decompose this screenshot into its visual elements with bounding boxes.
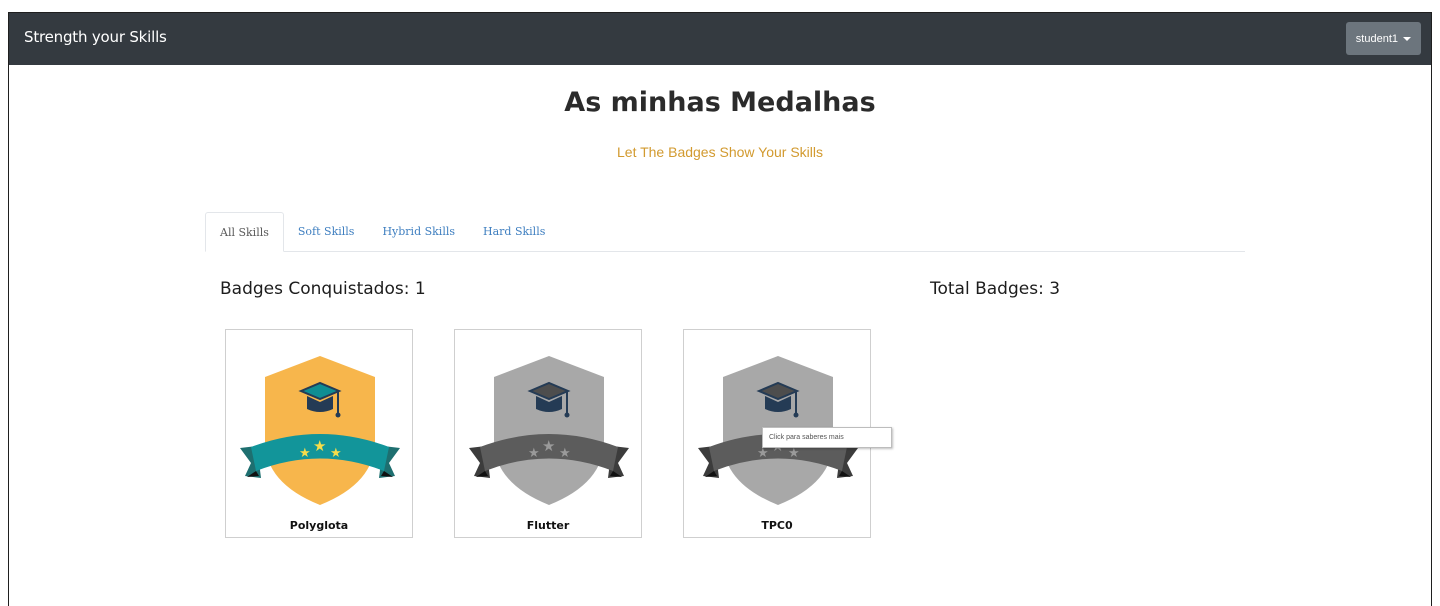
badges-conquered-count: Badges Conquistados: 1 [220,279,426,299]
badge-card-flutter[interactable]: ★ ★ ★ Flutter [454,329,642,538]
svg-text:★: ★ [542,437,555,455]
caret-down-icon [1403,36,1411,41]
svg-text:★: ★ [313,437,326,455]
svg-text:★: ★ [559,446,571,461]
svg-text:★: ★ [788,446,800,461]
app-window: Strength your Skills student1 As minhas … [8,12,1432,606]
page-title: As minhas Medalhas [564,87,876,118]
graduation-cap-shield-badge-icon: ★ ★ ★ [240,356,400,505]
total-badges-count: Total Badges: 3 [930,279,1061,299]
svg-text:★: ★ [299,446,311,461]
navbar: Strength your Skills student1 [9,13,1431,65]
svg-text:★: ★ [330,446,342,461]
badge-card-polyglota[interactable]: ★ ★ ★ Polyglota [225,329,413,538]
user-menu-button[interactable]: student1 [1345,22,1421,55]
user-name: student1 [1355,32,1398,45]
tab-hybrid-skills[interactable]: Hybrid Skills [368,211,469,251]
badge-name: Polyglota [289,519,349,532]
brand-link[interactable]: Strength your Skills [24,28,167,46]
page-subtitle: Let The Badges Show Your Skills [617,144,823,160]
badge-name: TPC0 [761,519,793,532]
tab-hard-skills[interactable]: Hard Skills [469,211,559,251]
svg-text:★: ★ [528,446,540,461]
tab-all-skills[interactable]: All Skills [205,212,284,252]
badge-name: Flutter [526,519,570,532]
graduation-cap-shield-badge-icon: ★ ★ ★ [469,356,629,505]
svg-text:★: ★ [757,446,769,461]
badge-tooltip: Click para saberes mais [762,427,892,448]
tab-soft-skills[interactable]: Soft Skills [284,211,369,251]
skill-tabs: All Skills Soft Skills Hybrid Skills Har… [205,212,1245,252]
